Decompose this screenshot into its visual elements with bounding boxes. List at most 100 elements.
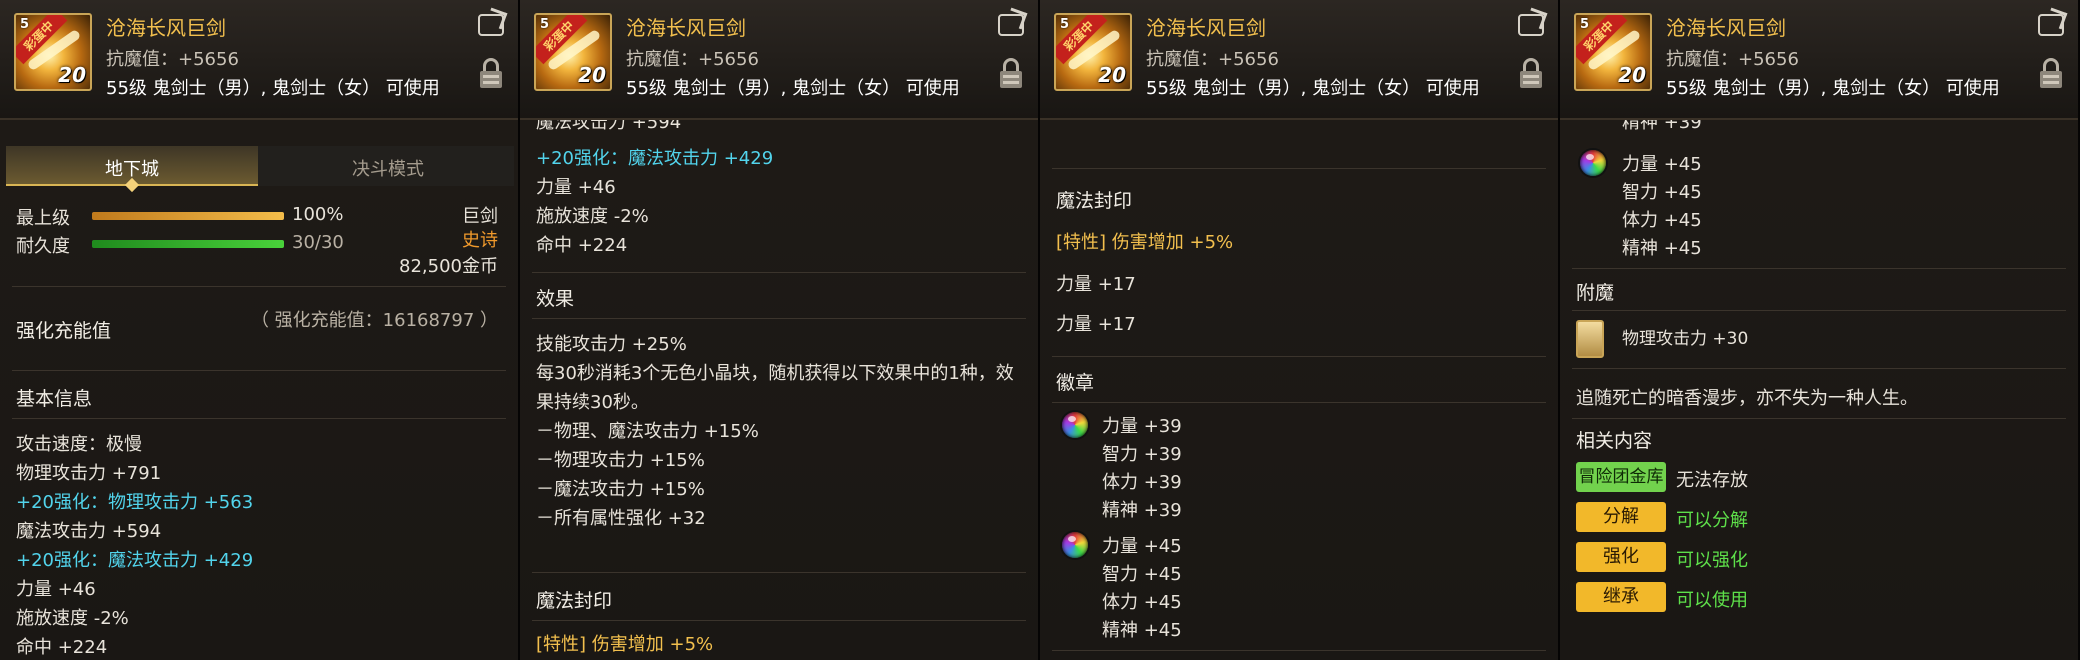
- grade-label: 最上级: [16, 208, 70, 229]
- magic-seal-title: 魔法封印: [536, 590, 613, 612]
- tooltip-panel-4: 彩蛋中 5 20 沧海长风巨剑 抗魔值：+5656 55级 鬼剑士（男）, 鬼剑…: [1560, 0, 2080, 660]
- share-icon[interactable]: [998, 14, 1024, 36]
- share-icon[interactable]: [2038, 14, 2064, 36]
- item-header: 彩蛋中 5 20 沧海长风巨剑 抗魔值：+5656 55级 鬼剑士（男）, 鬼剑…: [520, 0, 1038, 120]
- magic-seal-title: 魔法封印: [1056, 190, 1133, 212]
- stat-line: 魔法攻击力 +594: [16, 521, 162, 542]
- emblem-title: 徽章: [1056, 372, 1095, 394]
- reinforce-level-badge: 20: [578, 63, 606, 87]
- seal-trait-line: [特性] 伤害增加 +5%: [1056, 232, 1234, 253]
- tooltip-panel-2: 彩蛋中 5 20 沧海长风巨剑 抗魔值：+5656 55级 鬼剑士（男）, 鬼剑…: [520, 0, 1040, 660]
- emblem-stat: 体力 +39: [1102, 472, 1182, 493]
- item-header: 彩蛋中 5 20 沧海长风巨剑 抗魔值：+5656 55级 鬼剑士（男）, 鬼剑…: [1040, 0, 1558, 120]
- inherit-status: 可以使用: [1676, 590, 1748, 611]
- stat-line: 力量 +46: [16, 579, 96, 600]
- seal-stat-line: 力量 +17: [1056, 314, 1136, 335]
- stat-line: +20强化：魔法攻击力 +429: [16, 550, 254, 571]
- item-stat: 抗魔值：+5656: [106, 49, 239, 70]
- effect-line: 技能攻击力 +25%: [536, 334, 687, 355]
- item-name: 沧海长风巨剑: [1146, 16, 1266, 40]
- durability-value: 30/30: [292, 232, 344, 253]
- stat-line: 命中 +224: [16, 637, 108, 658]
- emblem-stat: 智力 +45: [1102, 564, 1182, 585]
- item-stat: 抗魔值：+5656: [626, 49, 759, 70]
- enchant-line: 物理攻击力 +30: [1622, 329, 1749, 349]
- disassemble-button[interactable]: 分解: [1576, 502, 1666, 532]
- emblem-stat: 精神 +45: [1622, 238, 1702, 259]
- emblem-stat: 智力 +45: [1622, 182, 1702, 203]
- share-icon[interactable]: [478, 14, 504, 36]
- basic-info-title: 基本信息: [16, 388, 93, 410]
- tooltip-panel-1: 彩蛋中 5 20 沧海长风巨剑 抗魔值：+5656 55级 鬼剑士（男）, 鬼剑…: [0, 0, 520, 660]
- stat-line: 施放速度 -2%: [16, 608, 129, 629]
- enchant-title: 附魔: [1576, 282, 1615, 304]
- corner-badge: 5: [1060, 17, 1070, 32]
- emblem-stat: 体力 +45: [1622, 210, 1702, 231]
- durability-bar: [92, 240, 284, 248]
- reinforce-status: 可以强化: [1676, 550, 1748, 571]
- reinforce-level-badge: 20: [1098, 63, 1126, 87]
- seal-stat-line: 力量 +17: [1056, 274, 1136, 295]
- inherit-button[interactable]: 继承: [1576, 582, 1666, 612]
- emblem-stat: 力量 +39: [1102, 416, 1182, 437]
- emblem-stat: 智力 +39: [1102, 444, 1182, 465]
- reinforce-charge-value: （ 强化充能值：16168797 ）: [250, 310, 498, 331]
- lock-icon[interactable]: [1520, 58, 1542, 88]
- item-usable-by: 55级 鬼剑士（男）, 鬼剑士（女） 可使用: [1146, 78, 1480, 99]
- emblem-orb-icon: [1062, 412, 1088, 438]
- tab-pvp[interactable]: 决斗模式: [262, 146, 514, 186]
- emblem-stat: 精神 +45: [1102, 620, 1182, 641]
- emblem-stat: 精神 +39: [1102, 500, 1182, 521]
- item-icon: 彩蛋中 5 20: [1574, 13, 1652, 91]
- corner-badge: 5: [540, 17, 550, 32]
- emblem-stat: 力量 +45: [1622, 154, 1702, 175]
- share-icon[interactable]: [1518, 14, 1544, 36]
- item-stat: 抗魔值：+5656: [1666, 49, 1799, 70]
- emblem-orb-icon: [1062, 532, 1088, 558]
- item-name: 沧海长风巨剑: [626, 16, 746, 40]
- item-usable-by: 55级 鬼剑士（男）, 鬼剑士（女） 可使用: [626, 78, 960, 99]
- stat-line: 命中 +224: [536, 235, 628, 256]
- emblem-stat: 力量 +45: [1102, 536, 1182, 557]
- item-name: 沧海长风巨剑: [106, 16, 226, 40]
- disassemble-status: 可以分解: [1676, 510, 1748, 531]
- corner-badge: 5: [1580, 17, 1590, 32]
- item-stat: 抗魔值：+5656: [1146, 49, 1279, 70]
- enchant-card-icon: [1576, 320, 1604, 358]
- corner-badge: 5: [20, 17, 30, 32]
- item-icon: 彩蛋中 5 20: [534, 13, 612, 91]
- stat-line: 施放速度 -2%: [536, 206, 649, 227]
- grade-value: 100%: [292, 204, 344, 225]
- effect-line: －魔法攻击力 +15%: [536, 479, 705, 500]
- grade-bar: [92, 212, 284, 220]
- stat-line: +20强化：物理攻击力 +563: [16, 492, 254, 513]
- lock-icon[interactable]: [1000, 58, 1022, 88]
- stat-line: 攻击速度：极慢: [16, 434, 142, 455]
- vault-status: 无法存放: [1676, 470, 1748, 491]
- mode-tabs: 地下城 决斗模式: [6, 146, 514, 193]
- item-usable-by: 55级 鬼剑士（男）, 鬼剑士（女） 可使用: [106, 78, 440, 99]
- related-title: 相关内容: [1576, 430, 1653, 452]
- effect-title: 效果: [536, 288, 575, 310]
- stat-line: 力量 +46: [536, 177, 616, 198]
- effect-line: －所有属性强化 +32: [536, 508, 706, 529]
- item-icon: 彩蛋中 5 20: [1054, 13, 1132, 91]
- effect-line: －物理、魔法攻击力 +15%: [536, 421, 759, 442]
- lock-icon[interactable]: [2040, 58, 2062, 88]
- effect-line: －物理攻击力 +15%: [536, 450, 705, 471]
- tooltip-panel-3: 彩蛋中 5 20 沧海长风巨剑 抗魔值：+5656 55级 鬼剑士（男）, 鬼剑…: [1040, 0, 1560, 660]
- emblem-orb-icon: [1580, 150, 1606, 176]
- reinforce-charge-label: 强化充能值: [16, 320, 112, 342]
- item-usable-by: 55级 鬼剑士（男）, 鬼剑士（女） 可使用: [1666, 78, 2000, 99]
- stat-line: 物理攻击力 +791: [16, 463, 162, 484]
- reinforce-button[interactable]: 强化: [1576, 542, 1666, 572]
- item-icon: 彩蛋中 5 20: [14, 13, 92, 91]
- durability-label: 耐久度: [16, 236, 70, 257]
- reinforce-level-badge: 20: [58, 63, 86, 87]
- item-type: 巨剑: [462, 206, 498, 227]
- adventure-vault-button[interactable]: 冒险团金库: [1576, 462, 1666, 492]
- stat-line: +20强化：魔法攻击力 +429: [536, 148, 774, 169]
- item-header: 彩蛋中 5 20 沧海长风巨剑 抗魔值：+5656 55级 鬼剑士（男）, 鬼剑…: [0, 0, 518, 120]
- lock-icon[interactable]: [480, 58, 502, 88]
- price-label: 82,500金币: [399, 256, 498, 277]
